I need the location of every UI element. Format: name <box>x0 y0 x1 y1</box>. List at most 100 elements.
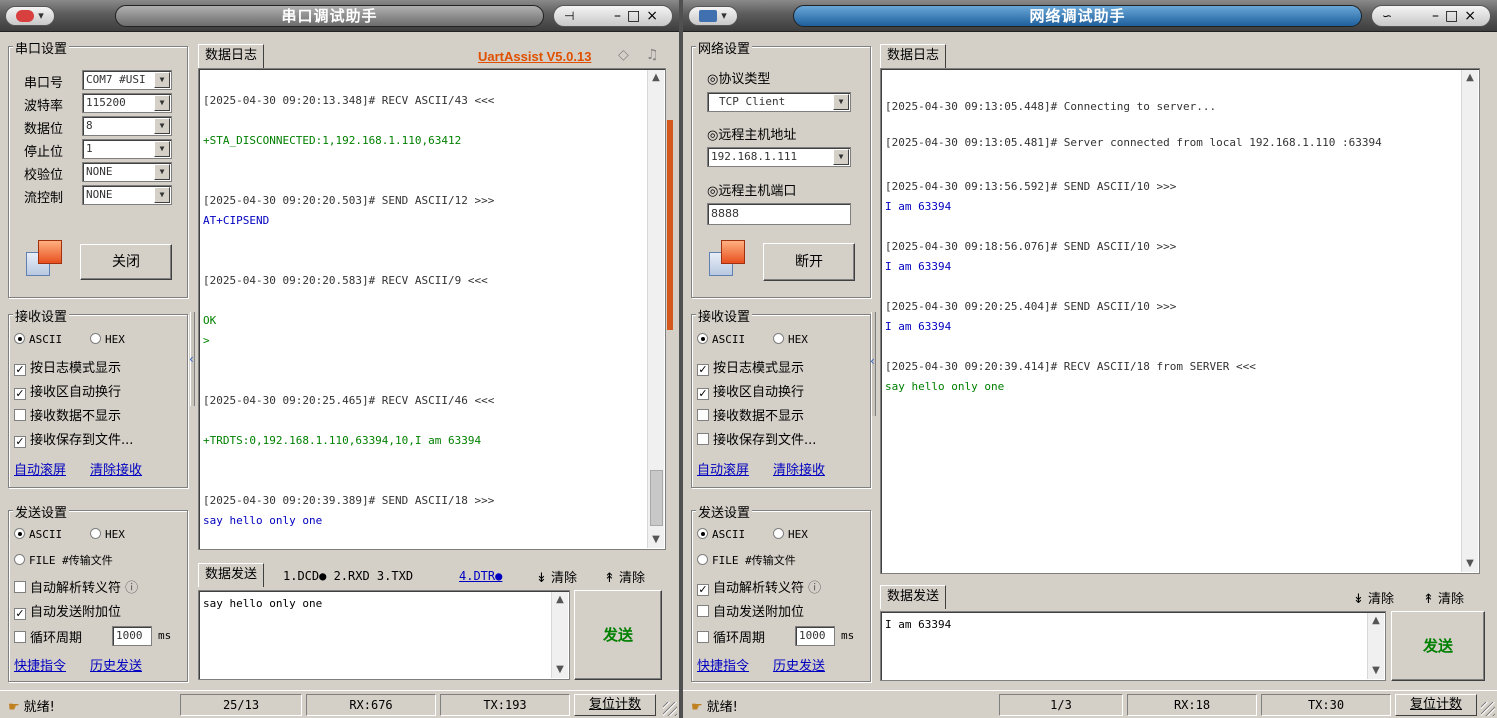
chevron-down-icon[interactable]: ▼ <box>833 94 849 110</box>
checkbox[interactable]: ✓ <box>14 436 26 448</box>
clear-log-button[interactable]: ↟ 清除 <box>1423 588 1464 607</box>
checkbox[interactable] <box>697 605 709 617</box>
port-setting-select[interactable]: 115200 ▼ <box>82 93 172 113</box>
serial-send-input[interactable]: say hello only one ▲ ▼ <box>198 590 570 680</box>
checkbox[interactable] <box>14 581 26 593</box>
protocol-select[interactable]: TCP Client ▼ <box>707 92 851 112</box>
clear-send-button[interactable]: ↡ 清除 <box>536 567 577 586</box>
log-scrollbar[interactable]: ▲ ▼ <box>647 70 664 548</box>
checkbox[interactable]: ✓ <box>697 584 709 596</box>
serial-send-button[interactable]: 发送 <box>574 590 662 680</box>
scroll-down-icon[interactable]: ▼ <box>1462 556 1478 572</box>
collapse-arrow-icon[interactable]: ‹ <box>870 354 875 368</box>
chevron-down-icon[interactable]: ▼ <box>833 149 849 165</box>
net-title-bar[interactable]: ▾ 网络调试助手 ∽ –□× <box>683 0 1497 32</box>
send-file-radio[interactable]: FILE #传输文件 <box>697 552 796 568</box>
collapse-arrow-icon[interactable]: ‹ <box>189 352 194 366</box>
scroll-up-icon[interactable]: ▲ <box>1462 70 1478 86</box>
recv-option-checkbox[interactable]: ✓ 按日志模式显示 <box>697 357 804 376</box>
chevron-down-icon[interactable]: ▼ <box>154 72 170 88</box>
shortcut-commands-link[interactable]: 快捷指令 <box>697 655 749 674</box>
checkbox[interactable]: ✓ <box>697 364 709 376</box>
serial-tab-data-log[interactable]: 数据日志 <box>198 44 265 68</box>
recv-hex-radio[interactable]: HEX <box>773 333 808 346</box>
net-send-button[interactable]: 发送 <box>1391 611 1485 681</box>
recv-option-checkbox[interactable]: ✓ 接收区自动换行 <box>697 381 804 400</box>
serial-receive-log[interactable]: ▲ ▼ [2025-04-30 09:20:13.348]# RECV ASCII… <box>198 68 666 550</box>
scroll-thumb[interactable] <box>650 470 663 526</box>
send-hex-radio[interactable]: HEX <box>773 528 808 541</box>
resize-grip[interactable] <box>1481 702 1495 716</box>
cycle-checkbox[interactable]: 循环周期 <box>697 627 765 646</box>
send-history-link[interactable]: 历史发送 <box>773 655 825 674</box>
port-setting-select[interactable]: 8 ▼ <box>82 116 172 136</box>
reset-count-button[interactable]: 复位计数 <box>1395 694 1477 716</box>
chevron-down-icon[interactable]: ▼ <box>154 141 170 157</box>
diamond-icon[interactable]: ◇ <box>618 47 629 63</box>
clear-send-button[interactable]: ↡ 清除 <box>1353 588 1394 607</box>
remote-host-select[interactable]: 192.168.1.111 ▼ <box>707 147 851 167</box>
panel-splitter[interactable]: ‹ <box>189 312 195 406</box>
serial-caption-buttons[interactable]: ⊣ –□× <box>553 5 673 27</box>
auto-escape-checkbox[interactable]: 自动解析转义符 ⓘ <box>14 577 138 596</box>
clear-receive-link[interactable]: 清除接收 <box>773 459 825 478</box>
recv-ascii-radio[interactable]: ASCII <box>697 333 745 346</box>
close-port-button[interactable]: 关闭 <box>80 244 172 280</box>
net-receive-log[interactable]: ▲ ▼ [2025-04-30 09:13:05.448]# Connecting… <box>880 68 1480 574</box>
checkbox[interactable]: ✓ <box>697 388 709 400</box>
serial-system-menu-button[interactable]: ▾ <box>5 6 55 26</box>
serial-title-bar[interactable]: ▾ 串口调试助手 ⊣ –□× <box>0 0 679 32</box>
info-icon[interactable]: ⓘ <box>808 581 821 596</box>
port-setting-select[interactable]: NONE ▼ <box>82 162 172 182</box>
remote-port-input[interactable]: 8888 <box>707 203 851 225</box>
checkbox[interactable] <box>697 409 709 421</box>
auto-escape-checkbox[interactable]: ✓ 自动解析转义符 ⓘ <box>697 577 821 596</box>
send-scrollbar[interactable]: ▲ ▼ <box>1367 613 1384 679</box>
send-ascii-radio[interactable]: ASCII <box>697 528 745 541</box>
auto-scroll-link[interactable]: 自动滚屏 <box>697 459 749 478</box>
recv-ascii-radio[interactable]: ASCII <box>14 333 62 346</box>
chevron-down-icon[interactable]: ▼ <box>154 187 170 203</box>
link-icon[interactable]: ∽ <box>1382 6 1392 26</box>
bell-icon[interactable]: ♫ <box>646 47 659 63</box>
scroll-down-icon[interactable]: ▼ <box>648 532 664 548</box>
port-setting-select[interactable]: COM7 #USI ▼ <box>82 70 172 90</box>
recv-option-checkbox[interactable]: ✓ 接收保存到文件... <box>14 429 133 448</box>
checkbox[interactable]: ✓ <box>14 388 26 400</box>
checkbox[interactable] <box>14 409 26 421</box>
reset-count-button[interactable]: 复位计数 <box>574 694 656 716</box>
port-setting-select[interactable]: 1 ▼ <box>82 139 172 159</box>
serial-tab-data-send[interactable]: 数据发送 <box>198 563 265 587</box>
recv-option-checkbox[interactable]: ✓ 接收区自动换行 <box>14 381 121 400</box>
send-scrollbar[interactable]: ▲ ▼ <box>551 592 568 678</box>
chevron-down-icon[interactable]: ▼ <box>154 118 170 134</box>
cycle-period-input[interactable]: 1000 <box>112 626 152 646</box>
net-system-menu-button[interactable]: ▾ <box>688 6 738 26</box>
recv-hex-radio[interactable]: HEX <box>90 333 125 346</box>
clear-receive-link[interactable]: 清除接收 <box>90 459 142 478</box>
brand-link[interactable]: UartAssist V5.0.13 <box>478 49 591 64</box>
cycle-checkbox[interactable]: 循环周期 <box>14 627 82 646</box>
send-hex-radio[interactable]: HEX <box>90 528 125 541</box>
port-setting-select[interactable]: NONE ▼ <box>82 185 172 205</box>
resize-grip[interactable] <box>663 702 677 716</box>
pin-icon[interactable]: ⊣ <box>564 6 574 26</box>
chevron-down-icon[interactable]: ▼ <box>154 164 170 180</box>
auto-scroll-link[interactable]: 自动滚屏 <box>14 459 66 478</box>
info-icon[interactable]: ⓘ <box>125 581 138 596</box>
checkbox[interactable]: ✓ <box>14 608 26 620</box>
recv-option-checkbox[interactable]: 接收数据不显示 <box>697 405 804 424</box>
net-tab-data-log[interactable]: 数据日志 <box>880 44 947 68</box>
send-history-link[interactable]: 历史发送 <box>90 655 142 674</box>
net-tab-data-send[interactable]: 数据发送 <box>880 585 947 609</box>
net-caption-buttons[interactable]: ∽ –□× <box>1371 5 1491 27</box>
shortcut-commands-link[interactable]: 快捷指令 <box>14 655 66 674</box>
recv-option-checkbox[interactable]: 接收保存到文件... <box>697 429 816 448</box>
panel-splitter[interactable]: ‹ <box>870 312 876 416</box>
clear-log-button[interactable]: ↟ 清除 <box>604 567 645 586</box>
recv-option-checkbox[interactable]: 接收数据不显示 <box>14 405 121 424</box>
net-send-input[interactable]: I am 63394 ▲ ▼ <box>880 611 1386 681</box>
recv-option-checkbox[interactable]: ✓ 按日志模式显示 <box>14 357 121 376</box>
cycle-period-input[interactable]: 1000 <box>795 626 835 646</box>
scroll-up-icon[interactable]: ▲ <box>648 70 664 86</box>
